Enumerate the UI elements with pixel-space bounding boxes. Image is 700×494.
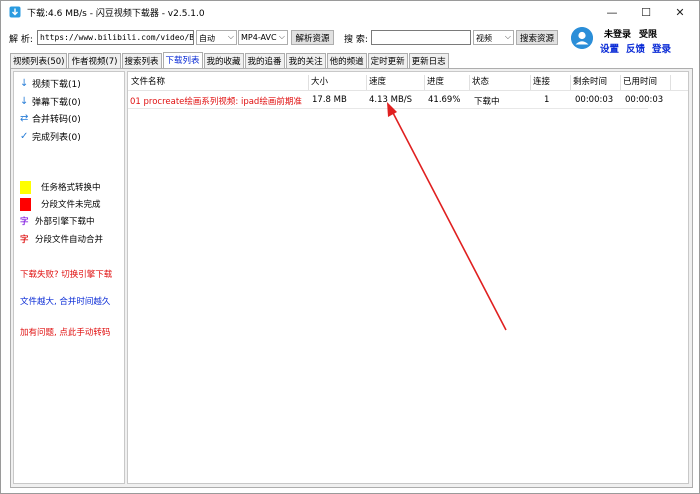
column-header-elapsed[interactable]: 已用时间 (621, 75, 671, 90)
swap-arrows-icon: ⇄ (20, 112, 29, 124)
window-title: 下载:4.6 MB/s - 闪豆视频下载器 - v2.5.1.0 (27, 9, 205, 19)
checkmark-icon: ✓ (20, 130, 29, 142)
switch-engine-tip[interactable]: 下载失败? 切换引擎下载 (20, 268, 112, 280)
account-role: 受限 (639, 30, 658, 40)
red-swatch (20, 197, 31, 211)
search-input[interactable] (371, 30, 471, 45)
cell-filename: 01 procreate绘画系列视频: ipad绘画前期准 (130, 97, 302, 107)
manual-transcode-tip[interactable]: 加有问题, 点此手动转码 (20, 326, 110, 338)
sidebar-item-label: 合并转码(0) (32, 114, 81, 125)
yellow-swatch (20, 180, 31, 194)
purple-character-icon: 字 (20, 217, 29, 227)
search-resource-button[interactable]: 搜索资源 (516, 30, 558, 45)
feedback-link[interactable]: 反馈 (626, 41, 645, 55)
cell-status: 下载中 (474, 97, 500, 107)
settings-link[interactable]: 设置 (600, 41, 619, 55)
legend-converting: 任务格式转换中 (20, 180, 101, 194)
sidebar-item-label: 完成列表(0) (32, 132, 81, 143)
tab-their-channel[interactable]: 他的频道 (326, 53, 367, 68)
legend-label: 分段文件自动合并 (35, 235, 104, 245)
tab-search-list[interactable]: 搜索列表 (121, 53, 162, 68)
tab-my-follows[interactable]: 我的关注 (285, 53, 326, 68)
tab-my-bangumi[interactable]: 我的追番 (244, 53, 285, 68)
close-button[interactable]: ✕ (663, 1, 697, 23)
cell-elapsed: 00:00:03 (625, 95, 664, 105)
format-select-value: MP4-AVC (241, 33, 277, 42)
legend-segment-incomplete: 分段文件未完成 (20, 197, 101, 211)
column-header-size[interactable]: 大小 (309, 75, 367, 90)
arrow-down-icon: ↓ (20, 77, 29, 89)
column-header-speed[interactable]: 速度 (367, 75, 425, 90)
tab-scheduled-update[interactable]: 定时更新 (367, 53, 408, 68)
legend-external-engine: 字 外部引擎下载中 (20, 214, 95, 228)
quality-select[interactable]: 自动 ⌵ (196, 30, 237, 45)
cell-progress: 41.69% (428, 95, 461, 105)
chevron-down-icon: ⌵ (227, 32, 234, 41)
sidebar: ↓ 视频下载(1) ↓ 弹幕下载(0) ⇄ 合并转码(0) ✓ 完成列表(0) … (13, 71, 125, 484)
column-header-remaining[interactable]: 剩余时间 (571, 75, 621, 90)
tab-my-favorites[interactable]: 我的收藏 (203, 53, 244, 68)
legend-label: 分段文件未完成 (41, 200, 101, 210)
header-divider (128, 90, 688, 91)
app-window: 下载:4.6 MB/s - 闪豆视频下载器 - v2.5.1.0 — ☐ ✕ 解… (0, 0, 700, 494)
avatar-icon[interactable] (571, 27, 593, 49)
parse-label: 解 析: (9, 35, 33, 45)
title-bar: 下载:4.6 MB/s - 闪豆视频下载器 - v2.5.1.0 — ☐ ✕ (1, 1, 699, 23)
sidebar-item-merge-transcode[interactable]: ⇄ 合并转码(0) (20, 111, 81, 125)
main-tabs: 视频列表(50) 作者视频(7) 搜索列表 下载列表 我的收藏 我的追番 我的关… (10, 52, 450, 69)
parse-resource-button[interactable]: 解析资源 (291, 30, 334, 45)
login-status: 未登录 (604, 30, 632, 40)
tab-changelog[interactable]: 更新日志 (408, 53, 449, 68)
chevron-down-icon: ⌵ (504, 32, 511, 41)
chevron-down-icon: ⌵ (278, 32, 285, 41)
legend-label: 外部引擎下载中 (35, 217, 95, 227)
maximize-button[interactable]: ☐ (629, 1, 663, 23)
sidebar-item-label: 视频下载(1) (32, 79, 81, 90)
row-divider (128, 108, 648, 109)
search-type-select[interactable]: 视频 ⌵ (473, 30, 514, 45)
tab-video-list[interactable]: 视频列表(50) (10, 53, 68, 68)
cell-connections: 1 (544, 95, 550, 105)
arrow-down-icon: ↓ (20, 95, 29, 107)
sidebar-item-completed-list[interactable]: ✓ 完成列表(0) (20, 129, 81, 143)
cell-size: 17.8 MB (312, 95, 347, 105)
cell-speed: 4.13 MB/S (369, 95, 413, 105)
legend-auto-merge: 字 分段文件自动合并 (20, 232, 103, 246)
tab-author-videos[interactable]: 作者视频(7) (68, 53, 121, 68)
format-select[interactable]: MP4-AVC ⌵ (238, 30, 288, 45)
search-type-value: 视频 (476, 34, 492, 43)
url-input[interactable]: https://www.bilibili.com/video/BV18 (37, 30, 194, 45)
minimize-button[interactable]: — (595, 1, 629, 23)
search-label: 搜 索: (344, 35, 368, 45)
column-header-status[interactable]: 状态 (470, 75, 531, 90)
column-header-connections[interactable]: 连接 (531, 75, 571, 90)
tab-download-list[interactable]: 下载列表 (162, 52, 203, 68)
quality-select-value: 自动 (199, 34, 215, 43)
sidebar-item-video-download[interactable]: ↓ 视频下载(1) (20, 76, 81, 90)
column-header-progress[interactable]: 进度 (425, 75, 470, 90)
sidebar-item-label: 弹幕下载(0) (32, 97, 81, 108)
sidebar-item-danmaku-download[interactable]: ↓ 弹幕下载(0) (20, 94, 81, 108)
column-header-filename[interactable]: 文件名称 (129, 75, 309, 90)
merge-time-tip: 文件越大, 合并时间越久 (20, 297, 111, 307)
download-table (127, 71, 689, 484)
legend-label: 任务格式转换中 (41, 183, 101, 193)
red-character-icon: 字 (20, 235, 29, 245)
login-link[interactable]: 登录 (652, 41, 671, 55)
cell-remaining: 00:00:03 (575, 95, 614, 105)
app-logo-icon (9, 6, 21, 18)
